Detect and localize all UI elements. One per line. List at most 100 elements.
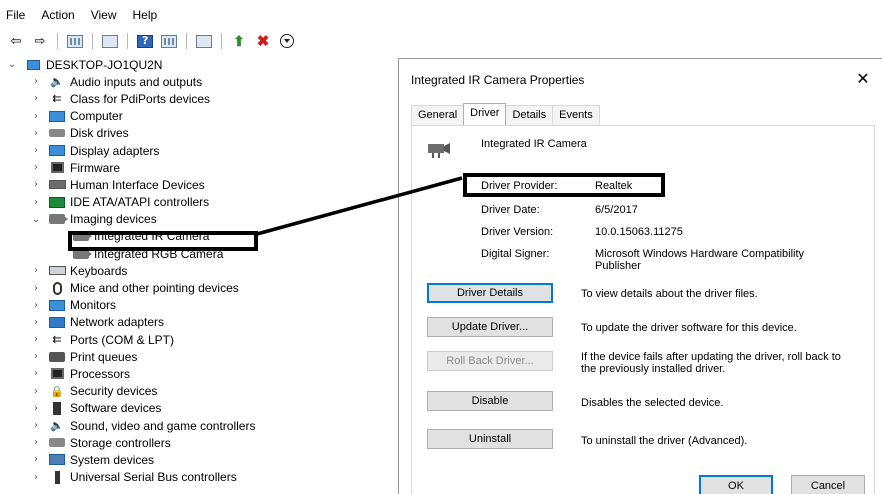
show-hide-console-tree-icon[interactable]	[65, 32, 85, 50]
tab-driver[interactable]: Driver	[463, 103, 507, 126]
chevron-right-icon[interactable]: ›	[30, 93, 42, 104]
tree-item[interactable]: › Processors	[0, 365, 395, 382]
tree-item[interactable]: › 🔒 Security devices	[0, 383, 395, 400]
tree-item-label: Keyboards	[70, 263, 128, 278]
tree-item[interactable]: › Computer	[0, 108, 395, 125]
storage-controller-icon	[48, 436, 66, 450]
tree-item[interactable]: › System devices	[0, 451, 395, 468]
chevron-right-icon[interactable]: ›	[30, 472, 42, 483]
tree-item-label: Sound, video and game controllers	[70, 418, 256, 433]
chevron-down-icon[interactable]: ⌄	[30, 214, 42, 225]
chevron-right-icon[interactable]: ›	[30, 128, 42, 139]
chevron-right-icon[interactable]: ›	[30, 300, 42, 311]
tree-item-label: Processors	[70, 366, 131, 381]
chevron-right-icon[interactable]: ›	[30, 197, 42, 208]
close-icon[interactable]: ✕	[854, 69, 872, 88]
cancel-button[interactable]: Cancel	[791, 475, 865, 494]
tree-item[interactable]: › Network adapters	[0, 314, 395, 331]
tree-item[interactable]: › Disk drives	[0, 125, 395, 142]
chevron-right-icon[interactable]: ›	[30, 162, 42, 173]
display-adapter-icon	[48, 144, 66, 158]
printer-icon	[48, 350, 66, 364]
tree-item[interactable]: › Print queues	[0, 348, 395, 365]
chevron-right-icon[interactable]: ›	[30, 420, 42, 431]
tree-item[interactable]: ⌄ Imaging devices	[0, 211, 395, 228]
chevron-right-icon[interactable]: ›	[30, 386, 42, 397]
tree-item-label: Security devices	[70, 384, 158, 399]
download-icon[interactable]	[277, 32, 297, 50]
system-device-icon	[48, 453, 66, 467]
chevron-right-icon[interactable]: ›	[30, 283, 42, 294]
update-driver-icon[interactable]: ⬆	[229, 32, 249, 50]
chevron-right-icon[interactable]: ›	[30, 265, 42, 276]
chevron-right-icon[interactable]: ›	[30, 317, 42, 328]
tree-item[interactable]: › Storage controllers	[0, 434, 395, 451]
chevron-right-icon[interactable]: ›	[30, 145, 42, 156]
chevron-right-icon[interactable]: ›	[30, 179, 42, 190]
device-tree: ⌄ DESKTOP-JO1QU2N › 🔈 Audio inputs and out…	[0, 56, 395, 486]
tree-item-label: Monitors	[70, 298, 117, 313]
menu-action[interactable]: Action	[41, 8, 74, 22]
uninstall-device-icon[interactable]: ✖	[253, 32, 273, 50]
roll-back-driver-description: If the device fails after updating the d…	[581, 351, 841, 375]
tree-item[interactable]: › 🔈 Sound, video and game controllers	[0, 417, 395, 434]
camera-icon	[428, 143, 450, 158]
tree-item[interactable]: › Software devices	[0, 400, 395, 417]
firmware-icon	[48, 161, 66, 175]
tree-item[interactable]: › ⇇ Class for PdiPorts devices	[0, 90, 395, 107]
tree-root[interactable]: ⌄ DESKTOP-JO1QU2N	[0, 56, 395, 73]
dialog-title: Integrated IR Camera Properties	[411, 73, 585, 87]
tree-item-label: Audio inputs and outputs	[70, 74, 203, 89]
back-arrow-icon[interactable]: ⇦	[6, 32, 26, 50]
tab-events[interactable]: Events	[552, 105, 600, 125]
tree-item-label: Display adapters	[70, 143, 160, 158]
uninstall-device-button[interactable]: Uninstall	[427, 429, 553, 449]
chevron-right-icon[interactable]: ›	[30, 368, 42, 379]
menu-help[interactable]: Help	[133, 8, 158, 22]
chevron-right-icon[interactable]: ›	[30, 454, 42, 465]
tree-item[interactable]: › ⇇ Ports (COM & LPT)	[0, 331, 395, 348]
uninstall-device-description: To uninstall the driver (Advanced).	[581, 435, 748, 447]
tree-item[interactable]: › Mice and other pointing devices	[0, 279, 395, 296]
tree-item[interactable]: › Display adapters	[0, 142, 395, 159]
tree-item-label: Universal Serial Bus controllers	[70, 470, 237, 485]
tree-item[interactable]: › Keyboards	[0, 262, 395, 279]
disable-device-button[interactable]: Disable	[427, 391, 553, 411]
tree-item[interactable]: › Universal Serial Bus controllers	[0, 469, 395, 486]
network-adapter-icon	[48, 315, 66, 329]
tree-item[interactable]: › Firmware	[0, 159, 395, 176]
tree-item[interactable]: › 🔈 Audio inputs and outputs	[0, 73, 395, 90]
update-driver-button[interactable]: Update Driver...	[427, 317, 553, 337]
tree-item-label: Storage controllers	[70, 435, 171, 450]
scan-hardware-icon[interactable]	[194, 32, 214, 50]
menu-view[interactable]: View	[91, 8, 117, 22]
properties-icon[interactable]	[100, 32, 120, 50]
tree-item[interactable]: › IDE ATA/ATAPI controllers	[0, 194, 395, 211]
driver-version-value: 10.0.15063.11275	[595, 226, 683, 238]
tree-item[interactable]: › Monitors	[0, 297, 395, 314]
toolbar: ⇦ ⇨ ⬆ ✖	[0, 30, 400, 52]
toolbar-divider	[127, 33, 128, 49]
camera-icon	[48, 212, 68, 226]
driver-details-button[interactable]: Driver Details	[427, 283, 553, 303]
ok-button[interactable]: OK	[699, 475, 773, 494]
roll-back-driver-button[interactable]: Roll Back Driver...	[427, 351, 553, 371]
digital-signer-label: Digital Signer:	[481, 248, 550, 260]
forward-arrow-icon[interactable]: ⇨	[30, 32, 50, 50]
tree-item[interactable]: › Human Interface Devices	[0, 176, 395, 193]
chevron-right-icon[interactable]: ›	[30, 403, 42, 414]
chevron-right-icon[interactable]: ›	[30, 111, 42, 122]
port-icon: ⇇	[52, 333, 62, 347]
chevron-right-icon[interactable]: ›	[30, 437, 42, 448]
tab-details[interactable]: Details	[505, 105, 554, 125]
view-icon[interactable]	[159, 32, 179, 50]
tab-strip: General Driver Details Events	[411, 103, 600, 126]
chevron-right-icon[interactable]: ›	[30, 351, 42, 362]
chevron-right-icon[interactable]: ›	[30, 76, 42, 87]
chevron-down-icon[interactable]: ⌄	[6, 59, 18, 70]
tab-general[interactable]: General	[411, 105, 465, 125]
toolbar-divider	[221, 33, 222, 49]
menu-file[interactable]: File	[6, 8, 25, 22]
help-icon[interactable]	[135, 32, 155, 50]
chevron-right-icon[interactable]: ›	[30, 334, 42, 345]
